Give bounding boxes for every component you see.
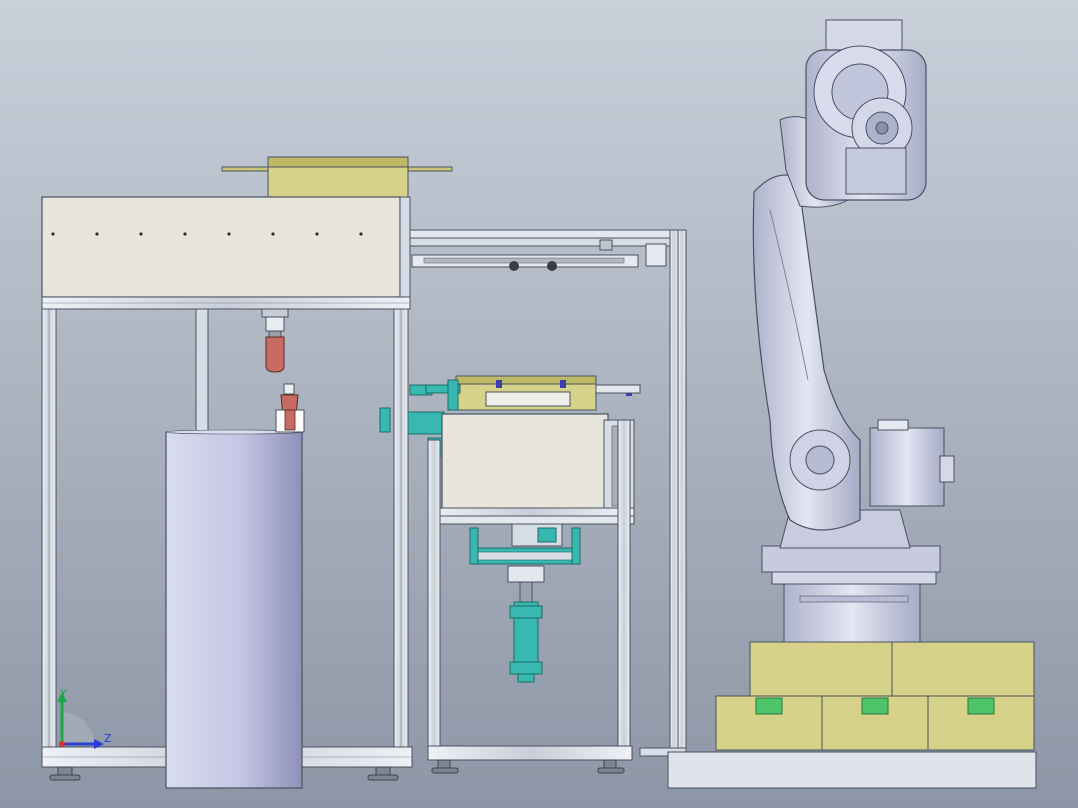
process-box[interactable] bbox=[441, 413, 609, 511]
crate-stack[interactable] bbox=[715, 641, 1035, 751]
assembly-drawing: Y Z bbox=[0, 0, 1078, 808]
center-rod bbox=[195, 308, 209, 434]
top-panel[interactable] bbox=[41, 196, 401, 298]
storage-cylinder[interactable] bbox=[165, 431, 303, 789]
crate[interactable] bbox=[891, 641, 1035, 697]
cad-viewport[interactable]: Y Z bbox=[0, 0, 1078, 808]
axis-y-label: Y bbox=[59, 687, 67, 700]
gripper-upper[interactable] bbox=[261, 308, 289, 373]
axis-z-label: Z bbox=[104, 732, 112, 745]
crate[interactable] bbox=[749, 641, 893, 697]
